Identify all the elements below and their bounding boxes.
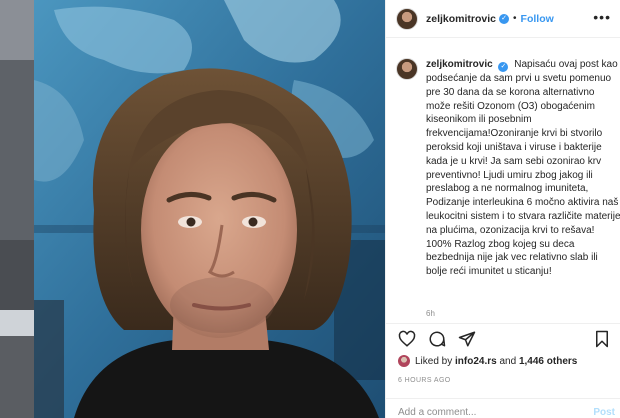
likes-others-link[interactable]: 1,446 others [519,356,577,367]
likes-summary: Liked by info24.rs and 1,446 others [398,355,577,367]
share-icon[interactable] [458,330,476,348]
comment-input[interactable] [398,407,568,418]
heart-icon[interactable] [398,330,416,348]
post-header: zeljkomitrovic ✓ • Follow ••• [386,0,620,38]
liker-avatar[interactable] [398,355,410,367]
background-overlay [0,0,34,418]
caption-age: 6h [426,309,435,318]
comment-icon[interactable] [428,330,446,348]
post-image[interactable] [34,0,385,418]
author-username[interactable]: zeljkomitrovic [426,13,496,25]
caption-verified-badge-icon: ✓ [498,62,509,72]
post-caption: zeljkomitrovic ✓ Napisaću ovaj post kao … [426,58,620,279]
post-comment-button[interactable]: Post [593,407,615,418]
bookmark-icon[interactable] [593,330,611,348]
verified-badge-icon: ✓ [499,13,510,24]
comment-bar: Post [386,398,620,418]
selfie-photo [34,0,385,418]
caption-avatar[interactable] [396,58,418,80]
more-options-icon[interactable]: ••• [593,10,611,24]
author-avatar[interactable] [396,7,418,30]
follow-button[interactable]: Follow [521,13,554,25]
caption-row: zeljkomitrovic ✓ Napisaću ovaj post kao … [386,58,620,279]
caption-text: Napisaću ovaj post kao podsećanje da sam… [426,59,620,278]
post-timestamp[interactable]: 6 HOURS AGO [398,377,451,384]
likes-and: and [499,355,517,367]
caption-username[interactable]: zeljkomitrovic [426,59,493,70]
post-details-panel: zeljkomitrovic ✓ • Follow ••• zeljkomitr… [385,0,620,418]
liker-username[interactable]: info24.rs [455,356,497,367]
header-separator: • [513,13,517,24]
action-bar [386,323,620,353]
likes-prefix: Liked by [415,355,453,367]
